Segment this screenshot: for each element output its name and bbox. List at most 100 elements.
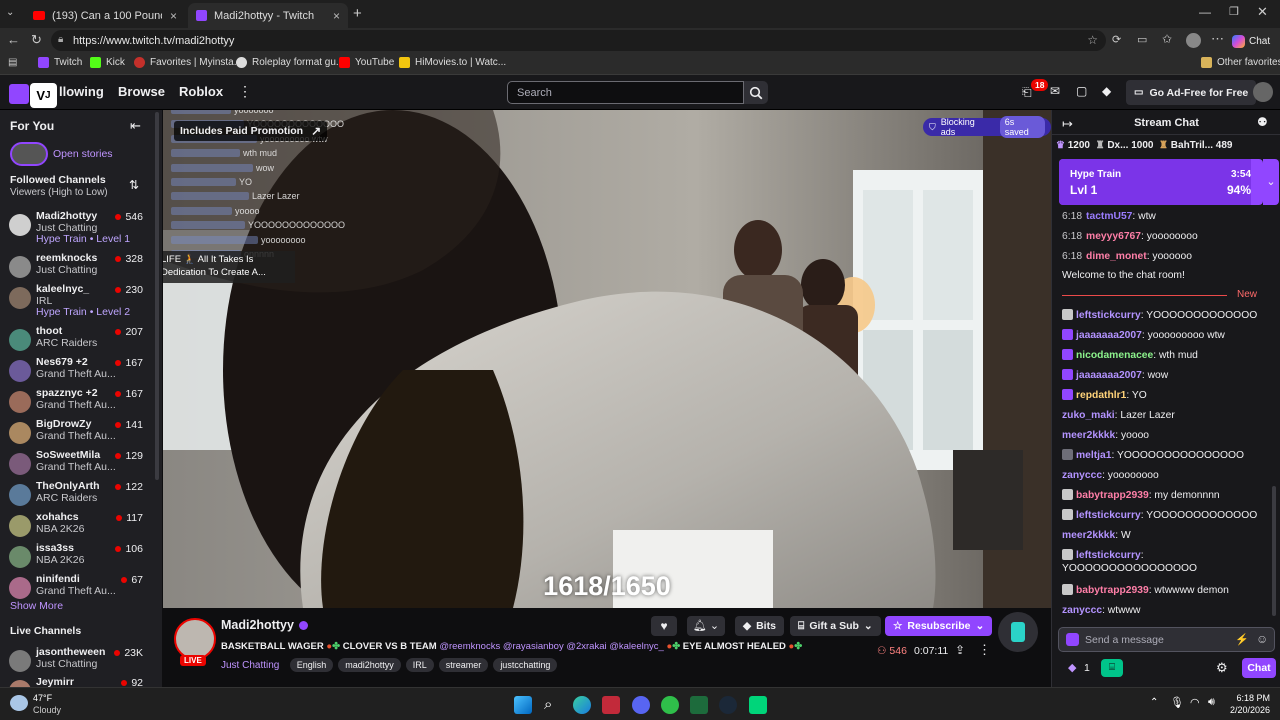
twitch-logo-icon[interactable] [9, 84, 29, 104]
nav-following[interactable]: llowing [59, 84, 104, 99]
sidebar-scrollbar[interactable] [155, 112, 159, 480]
back-icon[interactable]: ← [7, 32, 20, 47]
sidebar-channel[interactable]: kaleelnyc_ IRL 230 Hype Train • Level 2 [0, 283, 155, 318]
copilot-chat-button[interactable]: Chat [1232, 32, 1276, 50]
video-player[interactable]: yoooooooYOOOOOOOOOOOOOyooooooooo wtwwth … [163, 110, 1051, 608]
search-input[interactable]: Search [507, 81, 744, 104]
bookmark-twitch[interactable]: Twitch [38, 57, 82, 68]
sidebar-live-channel[interactable]: Jeymirr 92 [0, 676, 155, 687]
chat-username[interactable]: meyyy6767 [1086, 231, 1141, 242]
sidebar-channel[interactable]: issa3ss NBA 2K26 106 [0, 542, 155, 573]
chat-username[interactable]: nicodamenacee [1076, 350, 1153, 361]
restore-icon[interactable]: ❐ [1229, 5, 1239, 18]
chat-username[interactable]: leftstickcurry [1076, 310, 1141, 321]
bits-leaderboard[interactable]: ♛ 1200 ♜ Dx... 1000 ♜ BahTril... 489 [1056, 140, 1232, 151]
hype-train-banner[interactable]: Hype Train Lvl 1 3:54 94% [1059, 159, 1263, 205]
claim-bonus-icon[interactable]: ⌸ [1101, 659, 1123, 677]
community-points-button[interactable] [998, 612, 1038, 652]
sidebar-channel[interactable]: TheOnlyArth ARC Raiders 122 [0, 480, 155, 511]
tag[interactable]: justcchatting [493, 658, 558, 672]
sidebar-channel[interactable]: thoot ARC Raiders 207 [0, 325, 155, 356]
chat-username[interactable]: jaaaaaaa2007 [1076, 370, 1142, 381]
sidebar-channel[interactable]: Nes679 +2 Grand Theft Au... 167 [0, 356, 155, 387]
send-chat-button[interactable]: Chat [1242, 658, 1276, 678]
nav-browse[interactable]: Browse [118, 84, 165, 99]
excel-icon[interactable] [690, 696, 708, 714]
refresh-icon[interactable]: ↻ [31, 32, 42, 48]
more-options-icon[interactable]: ⋮ [978, 642, 991, 658]
chat-username[interactable]: tactmU57 [1086, 211, 1132, 222]
clock-time[interactable]: 6:18 PM [1230, 693, 1270, 703]
chat-username[interactable]: leftstickcurry [1076, 550, 1141, 561]
sidebar-live-channel[interactable]: jasontheween Just Chatting 23K [0, 646, 155, 677]
bits-cheer-icon[interactable]: ⚡ [1235, 633, 1249, 646]
profile-avatar[interactable] [1186, 33, 1201, 48]
bits-button[interactable]: ◆ Bits [735, 616, 784, 636]
resubscribe-button[interactable]: ☆ Resubscribe ⌄ [885, 616, 993, 636]
inbox-icon[interactable]: ✉ [1050, 84, 1060, 98]
chat-username[interactable]: meer2kkkk [1062, 530, 1115, 541]
chat-username[interactable]: meer2kkkk [1062, 430, 1115, 441]
app-icon[interactable] [749, 696, 767, 714]
show-more-link[interactable]: Show More [10, 600, 63, 612]
bookmark-favorites[interactable]: Favorites | Myinsta... [134, 57, 242, 68]
chat-scrollbar[interactable] [1272, 486, 1276, 616]
bookmark-other-favorites[interactable]: Other favorites [1201, 57, 1280, 68]
weather-icon[interactable] [10, 695, 28, 711]
share-icon[interactable]: ⇪ [955, 643, 965, 657]
discord-icon[interactable] [632, 696, 650, 714]
chat-username[interactable]: babytrapp2939 [1076, 585, 1149, 596]
volume-icon[interactable]: 🔊︎ [1208, 696, 1215, 709]
minimize-icon[interactable]: — [1199, 5, 1211, 19]
notifications-button[interactable]: 🔔︎ ⌄ [687, 616, 725, 636]
favorites-icon[interactable]: ✩ [1162, 32, 1172, 46]
chat-username[interactable]: leftstickcurry [1076, 510, 1141, 521]
show-hidden-icons[interactable]: ⌃ [1150, 697, 1158, 708]
tab-actions-icon[interactable]: ⌄ [6, 7, 14, 18]
tab-twitch[interactable]: Madi2hottyy - Twitch × [188, 3, 348, 28]
sidebar-channel[interactable]: xohahcs NBA 2K26 117 [0, 511, 155, 542]
chat-input[interactable]: Send a message ⚡ ☺ [1058, 627, 1275, 652]
more-nav-icon[interactable]: ⋮ [238, 83, 252, 100]
sort-icon[interactable]: ⇅ [129, 178, 139, 192]
more-menu-icon[interactable]: ⋯ [1211, 31, 1224, 47]
ad-blocker-indicator[interactable]: ⛉ Blocking ads 6s saved [923, 116, 1051, 138]
edge-icon[interactable] [573, 696, 591, 714]
chat-badge-icon[interactable] [1066, 633, 1079, 646]
whispers-icon[interactable]: ▢ [1076, 84, 1087, 98]
go-ad-free-button[interactable]: ▭ Go Ad-Free for Free [1126, 80, 1257, 105]
wifi-icon[interactable]: ◠ [1190, 696, 1200, 709]
sidebar-channel[interactable]: SoSweetMila Grand Theft Au... 129 [0, 449, 155, 480]
bits-icon[interactable]: ◆ [1102, 84, 1111, 98]
bookmark-kick[interactable]: Kick [90, 57, 125, 68]
chat-username[interactable]: dime_monet [1086, 251, 1147, 262]
nav-roblox[interactable]: Roblox [179, 84, 223, 99]
collapse-sidebar-icon[interactable]: ⇤ [130, 118, 141, 134]
split-screen-icon[interactable]: ▭ [1137, 33, 1147, 46]
collections-icon[interactable]: ▤ [8, 57, 17, 68]
search-button[interactable] [744, 81, 768, 104]
chat-username[interactable]: zanyccc [1062, 605, 1102, 616]
chat-username[interactable]: babytrapp2939 [1076, 490, 1149, 501]
user-avatar[interactable] [1253, 82, 1273, 102]
chat-username[interactable]: repdathlr1 [1076, 390, 1126, 401]
paid-promotion-badge[interactable]: Includes Paid Promotion ↗ [174, 121, 328, 141]
chat-settings-icon[interactable]: ⚙ [1216, 660, 1228, 676]
stories-avatars[interactable] [10, 142, 48, 166]
bookmark-roleplay[interactable]: Roleplay format gu... [236, 57, 344, 68]
close-window-icon[interactable]: ✕ [1257, 4, 1268, 20]
community-icon[interactable]: ⚉ [1257, 115, 1268, 129]
title-mentions[interactable]: @reemknocks @rayasianboy @2xrakai @kalee… [439, 641, 663, 652]
open-stories-link[interactable]: Open stories [53, 148, 113, 160]
prime-loot-icon[interactable]: ⎗ [1022, 85, 1032, 100]
clock-date[interactable]: 2/20/2026 [1222, 705, 1270, 715]
tag[interactable]: English [289, 658, 334, 672]
chat-username[interactable]: jaaaaaaa2007 [1076, 330, 1142, 341]
extensions-icon[interactable]: ⟳ [1112, 33, 1121, 46]
category-link[interactable]: Just Chatting [221, 660, 279, 671]
sidebar-channel[interactable]: reemknocks Just Chatting 328 [0, 252, 155, 283]
gift-sub-button[interactable]: ⌸ Gift a Sub ⌄ [790, 616, 881, 636]
hype-expand-icon[interactable]: ⌄ [1263, 159, 1279, 205]
close-tab-icon[interactable]: × [170, 9, 177, 23]
url-field[interactable]: 🔒︎ https://www.twitch.tv/madi2hottyy ☆ [51, 30, 1106, 51]
